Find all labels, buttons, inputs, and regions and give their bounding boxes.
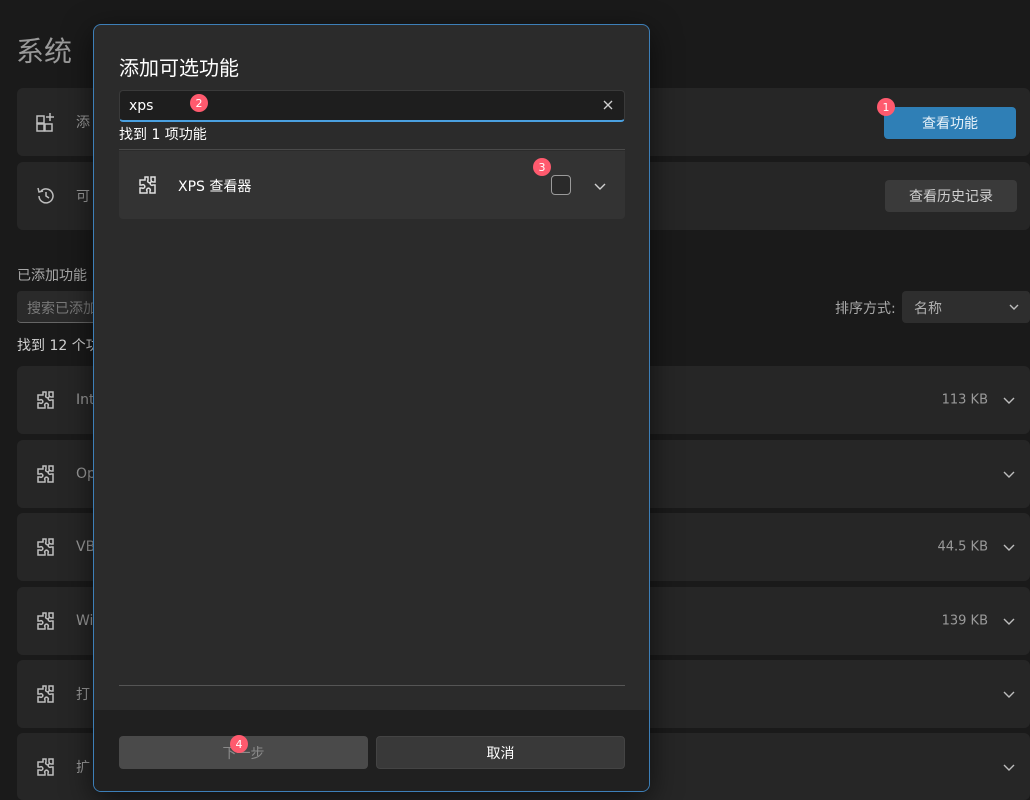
found-count-text: 找到 12 个功 [17, 338, 100, 354]
sort-label: 排序方式: [835, 301, 896, 317]
close-icon[interactable] [602, 99, 614, 111]
feature-size: 44.5 KB [937, 539, 988, 555]
add-feature-label: 添 [76, 115, 90, 131]
chevron-down-icon[interactable] [1002, 540, 1016, 554]
puzzle-icon [37, 685, 54, 703]
sort-value: 名称 [914, 301, 942, 317]
step-badge: 1 [877, 98, 895, 116]
add-grid-icon [36, 113, 54, 132]
dialog-footer: 下一步 取消 [94, 710, 649, 791]
history-icon [37, 187, 54, 204]
sort-select[interactable]: 名称 [902, 291, 1030, 323]
chevron-down-icon[interactable] [1002, 467, 1016, 481]
chevron-down-icon[interactable] [1002, 614, 1016, 628]
puzzle-icon [37, 757, 54, 776]
puzzle-icon [37, 538, 54, 556]
step-badge: 4 [230, 735, 248, 753]
puzzle-icon [37, 612, 54, 630]
added-features-heading: 已添加功能 [17, 268, 87, 284]
feature-checkbox[interactable] [551, 175, 571, 195]
divider [119, 685, 625, 686]
chevron-down-icon[interactable] [1002, 687, 1016, 701]
chevron-down-icon[interactable] [1002, 760, 1016, 774]
chevron-down-icon [1009, 304, 1019, 310]
chevron-down-icon[interactable] [593, 179, 607, 193]
puzzle-icon [37, 465, 54, 483]
dialog-title: 添加可选功能 [119, 56, 239, 80]
page-title: 系统 [16, 35, 73, 68]
feature-label: Int [76, 392, 95, 408]
feature-label: 扩 [76, 759, 90, 776]
view-features-button[interactable]: 查看功能 [884, 107, 1016, 139]
history-label: 可 [76, 189, 90, 205]
feature-label: 打 [76, 687, 90, 703]
step-badge: 3 [533, 158, 551, 176]
puzzle-icon [37, 391, 54, 409]
step-badge: 2 [190, 94, 208, 112]
chevron-down-icon[interactable] [1002, 393, 1016, 407]
feature-name: XPS 查看器 [178, 179, 252, 195]
cancel-button[interactable]: 取消 [376, 736, 625, 769]
feature-size: 139 KB [941, 613, 988, 629]
found-results-text: 找到 1 项功能 [119, 127, 207, 143]
puzzle-icon [139, 176, 156, 194]
feature-size: 113 KB [941, 392, 988, 408]
feature-label: Wi [76, 613, 94, 629]
view-history-button[interactable]: 查看历史记录 [885, 180, 1017, 212]
divider [119, 149, 625, 150]
add-optional-feature-dialog: 添加可选功能 找到 1 项功能 XPS 查看器 下一步 取消 [93, 24, 650, 792]
